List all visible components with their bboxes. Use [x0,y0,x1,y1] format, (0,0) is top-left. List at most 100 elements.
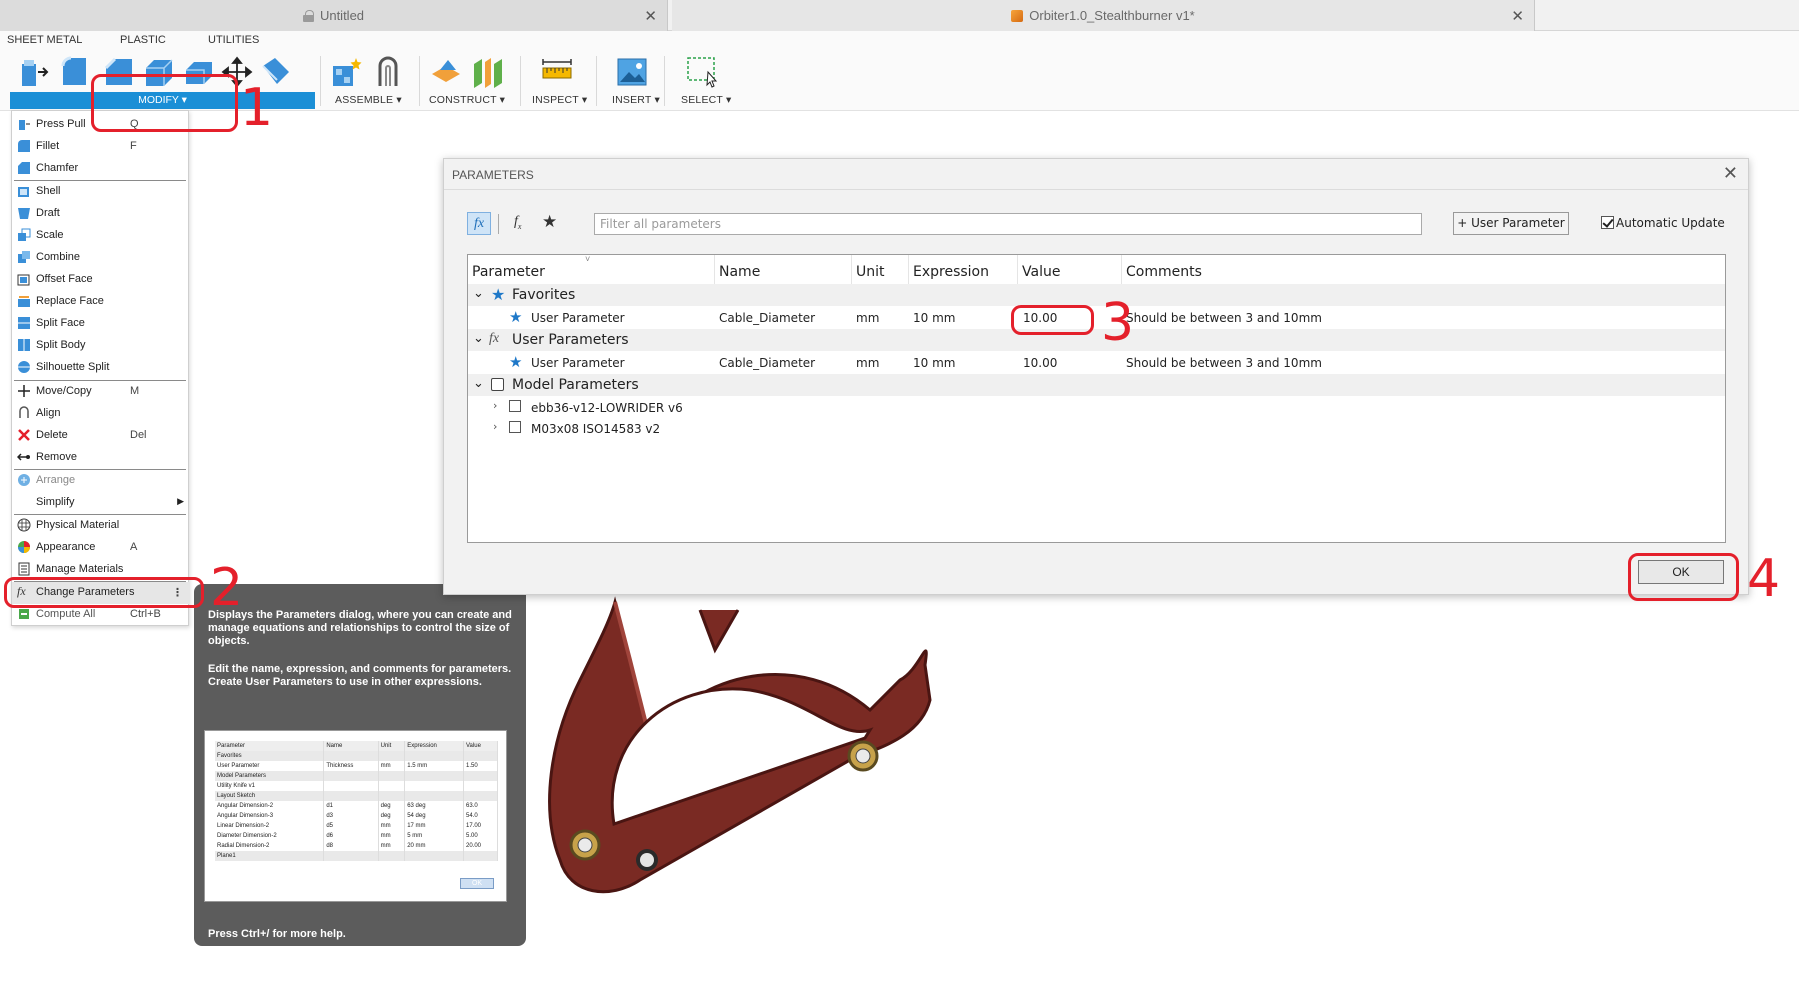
menu-item-split-body[interactable]: Split Body [12,335,190,357]
menu-item-draft[interactable]: Draft [12,203,190,225]
param-expression[interactable]: 10 mm [913,311,955,325]
param-comments[interactable]: Should be between 3 and 10mm [1126,311,1322,325]
preview-cell: Favorites [215,751,325,761]
menu-item-remove[interactable]: Remove [12,447,190,469]
tab-plastic[interactable]: PLASTIC [120,34,166,46]
all-parameters-fx-button[interactable]: fx [467,212,491,235]
offset-plane-icon[interactable] [430,56,462,88]
add-user-parameter-button[interactable]: + User Parameter [1453,212,1569,235]
table-row[interactable]: › ebb36-v12-LOWRIDER v6 [468,396,1725,418]
menu-item-fillet[interactable]: Fillet F [12,136,190,158]
param-name[interactable]: Cable_Diameter [719,356,815,370]
menu-item-label: Delete [36,429,68,441]
insert-dropdown[interactable]: INSERT ▾ [612,94,660,106]
automatic-update-checkbox[interactable]: Automatic Update [1601,216,1725,230]
menu-item-label: Replace Face [36,295,104,307]
group-row-model-parameters[interactable]: ⌄ Model Parameters [468,374,1725,396]
preview-cell [323,851,379,861]
assemble-component-icon[interactable] [330,56,362,88]
column-header-name[interactable]: Name [715,255,852,284]
menu-item-scale[interactable]: Scale [12,225,190,247]
chevron-down-icon[interactable]: ⌄ [473,376,484,391]
menu-item-physical-material[interactable]: Physical Material [12,515,190,537]
menu-item-split-face[interactable]: Split Face [12,313,190,335]
menu-item-move-copy[interactable]: Move/Copy M [12,381,190,403]
press-pull-tool-icon[interactable] [18,56,50,88]
menu-item-replace-face[interactable]: Replace Face [12,291,190,313]
dialog-title: PARAMETERS [452,168,534,182]
chevron-down-icon[interactable]: ⌄ [473,331,484,346]
menu-item-shell[interactable]: Shell [12,181,190,203]
tooltip-help-hint: Press Ctrl+/ for more help. [208,928,346,940]
param-unit[interactable]: mm [856,311,879,325]
menu-item-label: Silhouette Split [36,361,110,373]
chamfer-icon [18,162,30,174]
preview-row: Linear Dimension-2 d5 mm 17 mm 17.00 [215,821,498,831]
close-icon[interactable]: ✕ [1723,163,1738,184]
menu-item-combine[interactable]: Combine [12,247,190,269]
measure-icon[interactable] [541,56,573,88]
tab-utilities[interactable]: UTILITIES [208,34,259,46]
change-parameters-tooltip: Displays the Parameters dialog, where yo… [194,584,526,946]
param-expression[interactable]: 10 mm [913,356,955,370]
group-row-user-parameters[interactable]: ⌄ fx User Parameters [468,329,1725,351]
table-row[interactable]: › M03x08 ISO14583 v2 [468,417,1725,439]
inspect-dropdown[interactable]: INSPECT ▾ [532,94,587,106]
tab-sheet-metal[interactable]: SHEET METAL [7,34,82,46]
chevron-down-icon[interactable]: ⌄ [473,286,484,301]
assemble-dropdown[interactable]: ASSEMBLE ▾ [335,94,402,106]
user-params-filter-icon[interactable]: fx [514,214,521,231]
doc-tab-orbiter[interactable]: Orbiter1.0_Stealthburner v1* ✕ [672,0,1535,31]
param-name[interactable]: Cable_Diameter [719,311,815,325]
preview-cell: d6 [323,831,379,841]
menu-item-arrange[interactable]: Arrange [12,470,190,492]
preview-cell: Angular Dimension-3 [215,811,325,821]
menu-item-simplify[interactable]: Simplify ▶ [12,492,190,514]
column-header-comments[interactable]: Comments [1122,255,1725,284]
filter-parameters-input[interactable]: Filter all parameters [594,213,1422,235]
midplane-icon[interactable] [472,56,504,88]
construct-dropdown[interactable]: CONSTRUCT ▾ [429,94,505,106]
insert-image-icon[interactable] [616,56,648,88]
doc-tab-untitled[interactable]: Untitled ✕ [0,0,668,31]
table-row[interactable]: ★ User Parameter Cable_Diameter mm 10 mm… [468,351,1725,373]
param-comments[interactable]: Should be between 3 and 10mm [1126,356,1322,370]
menu-item-appearance[interactable]: Appearance A [12,537,190,559]
close-tab-icon[interactable]: ✕ [1511,7,1524,25]
shell-icon [18,187,29,197]
preview-cell [404,751,464,761]
column-header-value[interactable]: Value [1018,255,1122,284]
model-viewport-part[interactable] [540,590,1000,920]
column-header-parameter[interactable]: Parameter [468,255,715,284]
menu-item-silhouette-split[interactable]: Silhouette Split [12,357,190,379]
joint-icon[interactable] [372,56,404,88]
menu-item-chamfer[interactable]: Chamfer [12,158,190,180]
preview-cell: Model Parameters [215,771,325,781]
checkbox-checked-icon[interactable] [1601,216,1614,229]
move-icon [18,385,30,397]
chevron-right-icon[interactable]: › [493,420,497,433]
preview-cell [378,791,406,801]
favorite-star-icon[interactable]: ★ [509,353,522,371]
preview-cell: 63 deg [404,801,464,811]
table-row[interactable]: ★ User Parameter Cable_Diameter mm 10 mm… [468,306,1725,328]
menu-item-align[interactable]: Align [12,403,190,425]
menu-item-delete[interactable]: Delete Del [12,425,190,447]
close-tab-icon[interactable]: ✕ [644,7,657,25]
menu-item-label: Split Face [36,317,85,329]
menu-item-offset-face[interactable]: Offset Face [12,269,190,291]
param-unit[interactable]: mm [856,356,879,370]
split-body-icon [18,339,30,351]
column-header-unit[interactable]: Unit [852,255,909,284]
manage-materials-icon [18,562,30,576]
preview-cell: Layout Sketch [215,791,325,801]
window-select-icon[interactable] [686,56,718,88]
favorites-filter-star-icon[interactable]: ★ [542,212,557,232]
favorite-star-icon[interactable]: ★ [509,308,522,326]
chevron-right-icon[interactable]: › [493,399,497,412]
group-row-favorites[interactable]: ⌄ ★ Favorites [468,284,1725,306]
column-header-expression[interactable]: Expression [909,255,1018,284]
select-dropdown[interactable]: SELECT ▾ [681,94,731,106]
menu-item-label: Align [36,407,61,419]
fillet-tool-icon[interactable] [60,56,92,88]
